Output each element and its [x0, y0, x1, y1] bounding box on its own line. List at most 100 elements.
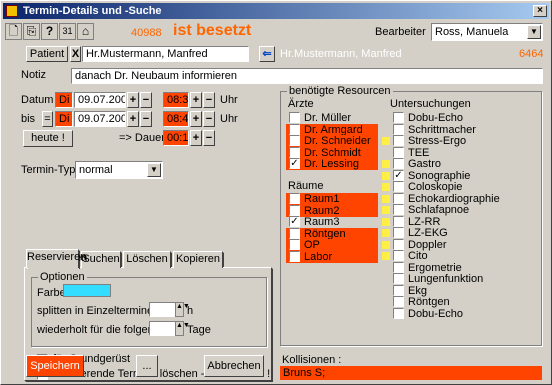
- dauer-minus-button[interactable]: −: [203, 130, 215, 146]
- repeat-stepper[interactable]: ▲▼: [175, 321, 190, 336]
- untersuchung-checkbox[interactable]: [393, 238, 404, 250]
- untersuchung-item[interactable]: Cito: [390, 250, 530, 262]
- help-icon[interactable]: ?: [41, 23, 58, 40]
- raum-item[interactable]: Raum1: [286, 193, 378, 205]
- split-stepper[interactable]: ▲▼: [175, 302, 190, 317]
- untersuchung-checkbox[interactable]: [393, 250, 404, 261]
- datum-time-plus-button[interactable]: +: [190, 92, 202, 108]
- untersuchung-checkbox[interactable]: [393, 135, 404, 146]
- bis-minus-button[interactable]: −: [140, 111, 152, 127]
- toolbar-extra-icon[interactable]: ⌂: [77, 23, 94, 40]
- patient-button[interactable]: Patient: [26, 46, 68, 62]
- raum-item[interactable]: OP: [286, 239, 378, 251]
- untersuchung-item[interactable]: Ekg: [390, 284, 530, 297]
- bis-plus-button[interactable]: +: [127, 111, 139, 127]
- bis-time-minus-button[interactable]: −: [203, 111, 215, 127]
- tab-kopieren-2[interactable]: Kopieren: [173, 251, 223, 268]
- chevron-down-icon[interactable]: ▼: [147, 163, 161, 177]
- untersuchung-checkbox[interactable]: ✓: [393, 169, 404, 181]
- untersuchung-item[interactable]: Ergometrie: [390, 261, 530, 274]
- datum-time-minus-button[interactable]: −: [203, 92, 215, 108]
- save-button[interactable]: Speichern: [26, 355, 84, 377]
- arzt-checkbox[interactable]: [289, 135, 300, 146]
- dauer-plus-button[interactable]: +: [190, 130, 202, 146]
- raum-checkbox[interactable]: [289, 239, 300, 250]
- dauer-field[interactable]: 00:15: [163, 130, 189, 146]
- arzt-checkbox[interactable]: [289, 112, 300, 123]
- tab-reservieren-active[interactable]: Reservieren: [26, 249, 86, 268]
- tab-suchen-2[interactable]: Suchen: [81, 251, 121, 268]
- untersuchung-item[interactable]: Stress-Ergo: [390, 135, 530, 147]
- arzt-item[interactable]: Dr. Müller: [286, 112, 378, 124]
- untersuchung-checkbox[interactable]: [393, 123, 404, 135]
- patient-name-field[interactable]: Hr.Mustermann, Manfred: [82, 46, 249, 62]
- untersuchung-checkbox[interactable]: [393, 215, 404, 227]
- untersuchung-item[interactable]: LZ-RR: [390, 215, 530, 228]
- untersuchung-checkbox[interactable]: [393, 192, 404, 204]
- untersuchung-checkbox[interactable]: [393, 112, 404, 123]
- raum-checkbox[interactable]: [289, 227, 300, 239]
- new-document-icon[interactable]: 🗋: [5, 23, 22, 40]
- datum-time-field[interactable]: 08:30: [163, 92, 189, 108]
- tab-loeschen-2[interactable]: Löschen: [123, 251, 171, 268]
- untersuchung-item[interactable]: Röntgen: [390, 296, 530, 308]
- untersuchung-item[interactable]: Dobu-Echo: [390, 112, 530, 124]
- untersuchung-checkbox[interactable]: [393, 146, 404, 158]
- untersuchung-item[interactable]: Doppler: [390, 238, 530, 251]
- untersuchung-checkbox[interactable]: [393, 181, 404, 192]
- cancel-button[interactable]: Abbrechen: [204, 355, 264, 377]
- calendar-icon[interactable]: 31: [59, 23, 76, 40]
- transfer-arrow-icon[interactable]: ⇐: [259, 46, 275, 62]
- more-button[interactable]: ...: [136, 355, 158, 377]
- arzt-item[interactable]: Dr. Armgard: [286, 123, 378, 136]
- arzt-item[interactable]: ✓ Dr. Lessing: [286, 158, 378, 170]
- termintyp-select[interactable]: normal ▼: [75, 161, 163, 179]
- arzt-checkbox[interactable]: [289, 146, 300, 158]
- copy-icon[interactable]: ⎘: [23, 23, 40, 40]
- arzt-checkbox[interactable]: [289, 123, 300, 135]
- untersuchung-checkbox[interactable]: [393, 261, 404, 273]
- untersuchung-item[interactable]: Dobu-Echo: [390, 307, 530, 320]
- untersuchung-item[interactable]: TEE: [390, 146, 530, 159]
- heute-button[interactable]: heute !: [23, 130, 73, 147]
- farbe-color-box[interactable]: [63, 284, 111, 297]
- raum-item[interactable]: Raum2: [286, 204, 378, 217]
- bearbeiter-select[interactable]: Ross, Manuela ▼: [431, 23, 543, 41]
- untersuchung-checkbox[interactable]: [393, 284, 404, 296]
- raum-checkbox[interactable]: [289, 250, 300, 262]
- untersuchung-item[interactable]: Schrittmacher: [390, 123, 530, 136]
- untersuchung-item[interactable]: Coloskopie: [390, 181, 530, 193]
- untersuchung-item[interactable]: Lungenfunktion: [390, 273, 530, 285]
- untersuchung-checkbox[interactable]: [393, 307, 404, 319]
- untersuchung-item[interactable]: ✓ Sonographie: [390, 169, 530, 182]
- raum-item[interactable]: ✓ Raum3: [286, 216, 378, 228]
- untersuchung-item[interactable]: LZ-EKG: [390, 227, 530, 239]
- raum-checkbox[interactable]: [289, 204, 300, 216]
- untersuchung-item[interactable]: Gastro: [390, 158, 530, 170]
- datum-plus-button[interactable]: +: [127, 92, 139, 108]
- raum-checkbox[interactable]: [289, 193, 300, 204]
- untersuchung-checkbox[interactable]: [393, 204, 404, 215]
- untersuchung-item[interactable]: Schlafapnoe: [390, 204, 530, 216]
- bis-date-field[interactable]: 09.07.2002: [74, 111, 126, 127]
- datum-date-field[interactable]: 09.07.2002: [74, 92, 126, 108]
- close-button[interactable]: ×: [533, 5, 547, 17]
- raum-item[interactable]: Labor: [286, 250, 378, 263]
- arzt-checkbox[interactable]: ✓: [289, 158, 300, 169]
- raum-checkbox[interactable]: ✓: [289, 216, 300, 227]
- clear-patient-button[interactable]: X: [70, 46, 81, 62]
- untersuchung-checkbox[interactable]: [393, 227, 404, 238]
- arzt-item[interactable]: Dr. Schneider: [286, 135, 378, 147]
- chevron-down-icon[interactable]: ▼: [527, 25, 541, 39]
- untersuchung-item[interactable]: Echokardiographie: [390, 192, 530, 205]
- untersuchung-checkbox[interactable]: [393, 158, 404, 169]
- bis-time-field[interactable]: 08:45: [163, 111, 189, 127]
- datum-minus-button[interactable]: −: [140, 92, 152, 108]
- bis-equal-button[interactable]: =: [42, 111, 53, 127]
- untersuchung-checkbox[interactable]: [393, 296, 404, 307]
- arzt-item[interactable]: Dr. Schmidt: [286, 146, 378, 159]
- raum-item[interactable]: Röntgen: [286, 227, 378, 240]
- bis-time-plus-button[interactable]: +: [190, 111, 202, 127]
- notiz-field[interactable]: danach Dr. Neubaum informieren: [71, 68, 543, 84]
- untersuchung-checkbox[interactable]: [393, 273, 404, 284]
